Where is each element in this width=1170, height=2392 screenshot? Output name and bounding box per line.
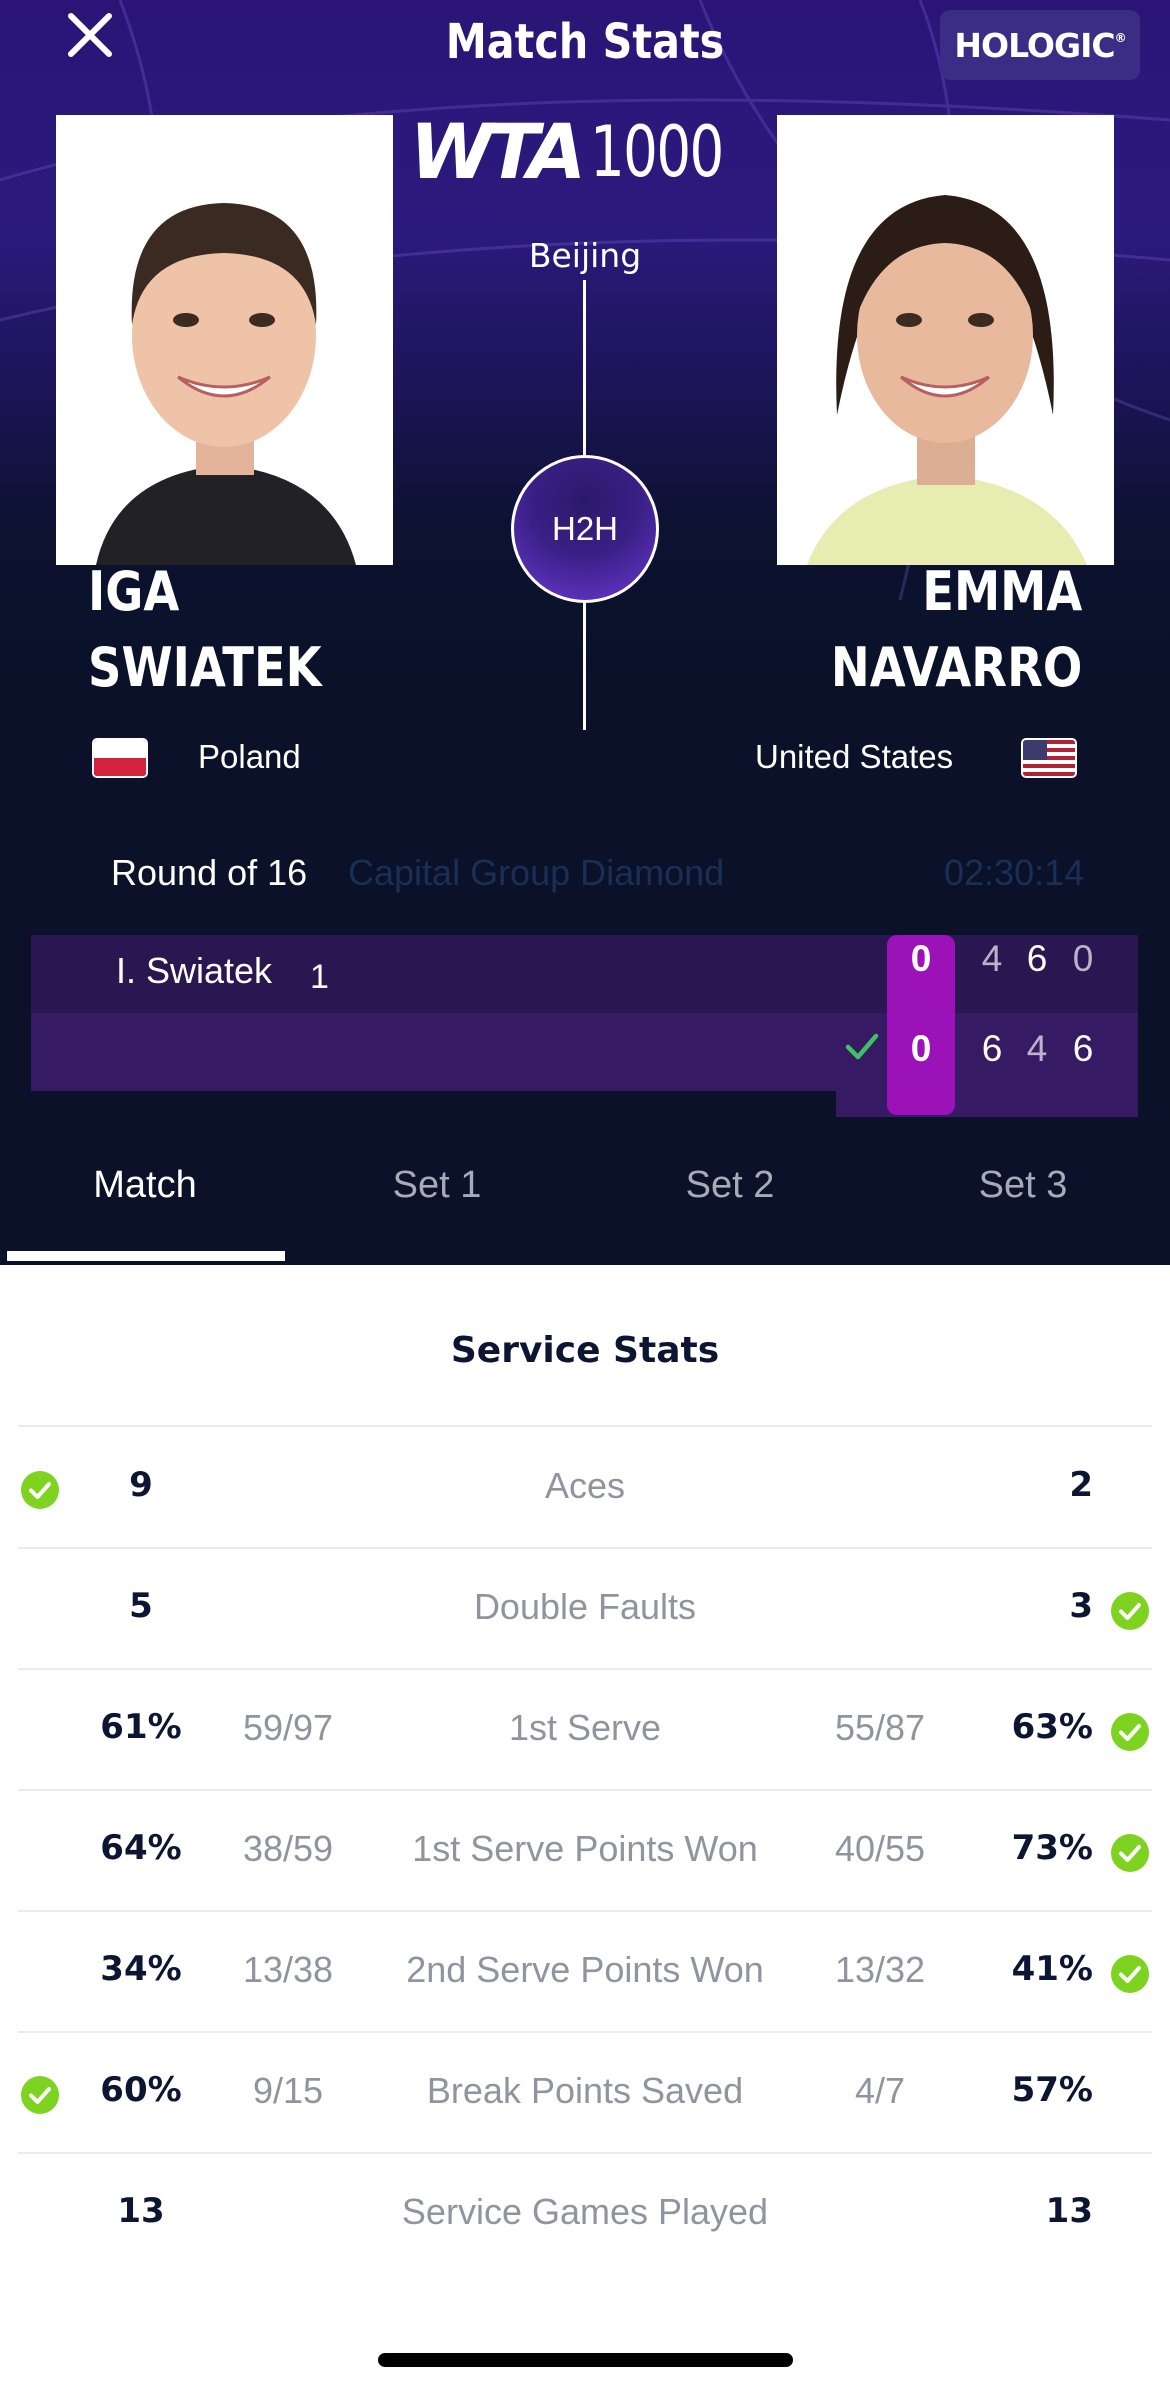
match-duration: 02:30:14 <box>944 852 1085 893</box>
stat-right-fraction: 4/7 <box>854 2070 906 2111</box>
stat-row: 13 Service Games Played 13 <box>0 2153 1170 2273</box>
stat-label: 1st Serve Points Won <box>412 1828 758 1869</box>
player-2-set-2: 4 <box>1026 1028 1048 1069</box>
player-1-first-name: IGA <box>88 560 180 623</box>
player-2-name[interactable]: EMMA NAVARRO <box>831 554 1082 706</box>
player-2-photo[interactable] <box>777 115 1114 565</box>
player-2-set-1: 6 <box>981 1028 1003 1069</box>
stat-label: Break Points Saved <box>426 2070 744 2111</box>
check-circle-icon <box>1110 1712 1150 1752</box>
stat-left-value: 34% <box>100 1949 182 1989</box>
stat-right-fraction: 13/32 <box>834 1949 926 1990</box>
stat-row: 34% 13/38 2nd Serve Points Won 13/32 41% <box>0 1911 1170 2031</box>
player-2-set-3: 6 <box>1072 1028 1094 1069</box>
tournament-logo: WTA 1000 <box>410 111 740 193</box>
player-2-first-name: EMMA <box>921 560 1082 623</box>
tour-brand: WTA <box>409 107 587 196</box>
stat-right-value: 3 <box>1069 1586 1093 1626</box>
stat-right-fraction: 55/87 <box>834 1707 926 1748</box>
player-1-set-3: 0 <box>1072 938 1094 979</box>
scoreboard-player-1-name: I. Swiatek <box>116 950 273 991</box>
check-circle-icon <box>1110 1591 1150 1631</box>
scoreboard-player-1-seed: 1 <box>310 958 329 996</box>
page-title: Match Stats <box>445 14 725 70</box>
player-2-portrait <box>777 115 1114 565</box>
player-2-country: United States <box>755 738 954 775</box>
tab-set-1[interactable]: Set 1 <box>292 1164 582 1207</box>
score-panel-bottom <box>836 1091 1138 1117</box>
stat-label: Double Faults <box>473 1586 697 1627</box>
player-1-current-game: 0 <box>910 938 932 979</box>
player-1-set-1: 4 <box>981 938 1003 979</box>
sponsor-name: HOLOGIC <box>954 25 1115 65</box>
stat-right-value: 41% <box>1011 1949 1093 1989</box>
player-1-portrait <box>56 115 393 565</box>
h2h-button[interactable]: H2H <box>511 455 659 603</box>
tab-set-3[interactable]: Set 3 <box>878 1164 1168 1207</box>
match-court: Capital Group Diamond <box>348 852 725 893</box>
stat-row: 9 Aces 2 <box>0 1427 1170 1547</box>
tab-match[interactable]: Match <box>0 1164 290 1207</box>
sponsor-logo[interactable]: HOLOGIC ® <box>940 10 1140 80</box>
stat-label: Aces <box>544 1465 626 1506</box>
winner-check-icon <box>845 1033 879 1060</box>
divider-line-top <box>583 280 586 455</box>
stat-row: 64% 38/59 1st Serve Points Won 40/55 73% <box>0 1790 1170 1910</box>
player-1-photo[interactable] <box>56 115 393 565</box>
stat-row: 60% 9/15 Break Points Saved 4/7 57% <box>0 2032 1170 2152</box>
tour-level: 1000 <box>590 111 724 193</box>
stat-left-value: 64% <box>100 1828 182 1868</box>
stat-right-value: 2 <box>1069 1465 1093 1505</box>
check-circle-icon <box>20 1470 60 1510</box>
match-round: Round of 16 <box>111 852 308 893</box>
tab-set-2[interactable]: Set 2 <box>585 1164 875 1207</box>
player-1-country: Poland <box>198 738 301 775</box>
divider-line-bottom <box>583 603 586 730</box>
stat-left-value: 60% <box>100 2070 182 2110</box>
player-1-set-2: 6 <box>1026 938 1048 979</box>
stat-row: 5 Double Faults 3 <box>0 1548 1170 1668</box>
stat-right-value: 73% <box>1011 1828 1093 1868</box>
usa-flag-icon <box>1021 738 1077 778</box>
stat-left-value: 5 <box>129 1586 153 1626</box>
sponsor-mark: ® <box>1114 31 1127 45</box>
player-2-last-name: NAVARRO <box>830 636 1082 699</box>
match-header: Match Stats HOLOGIC ® WTA 1000 Beijing H2… <box>0 0 1170 1265</box>
stat-label: 1st Serve <box>508 1707 662 1748</box>
stat-right-fraction: 40/55 <box>834 1828 926 1869</box>
stat-right-value: 57% <box>1011 2070 1093 2110</box>
home-indicator[interactable] <box>378 2353 793 2367</box>
check-circle-icon <box>1110 1833 1150 1873</box>
stat-left-value: 61% <box>100 1707 182 1747</box>
stat-label: 2nd Serve Points Won <box>406 1949 764 1990</box>
stat-row: 61% 59/97 1st Serve 55/87 63% <box>0 1669 1170 1789</box>
player-1-name[interactable]: IGA SWIATEK <box>88 554 322 706</box>
stat-label: Service Games Played <box>401 2191 769 2232</box>
active-tab-indicator <box>7 1251 285 1261</box>
stat-right-value: 63% <box>1011 1707 1093 1747</box>
player-1-last-name: SWIATEK <box>88 636 322 699</box>
stat-right-value: 13 <box>1045 2191 1093 2231</box>
stat-left-value: 9 <box>129 1465 153 1505</box>
player-2-current-game: 0 <box>910 1028 932 1069</box>
check-circle-icon <box>20 2075 60 2115</box>
stat-left-value: 13 <box>117 2191 165 2231</box>
poland-flag-icon <box>92 738 148 778</box>
section-title-service-stats: Service Stats <box>450 1330 720 1371</box>
check-circle-icon <box>1110 1954 1150 1994</box>
